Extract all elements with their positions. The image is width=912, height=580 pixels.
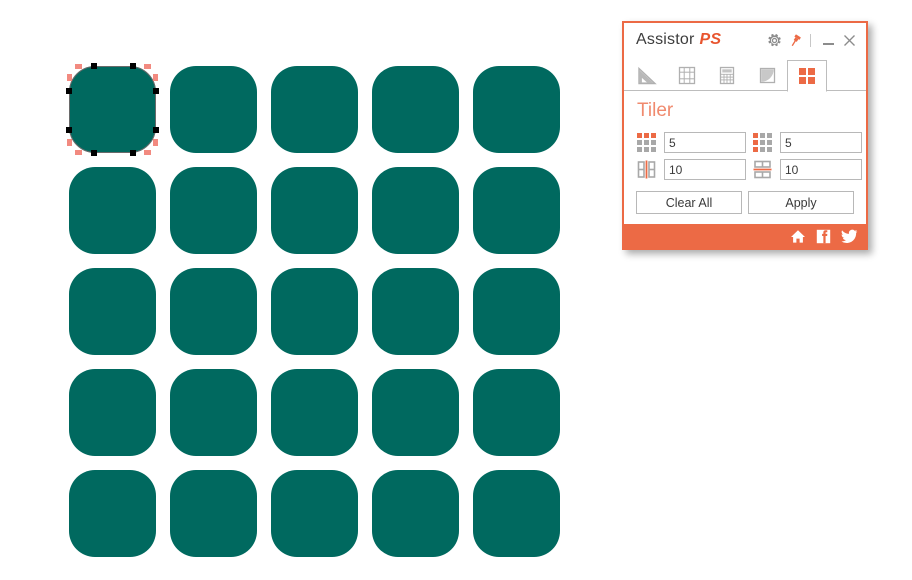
tab-tiler[interactable]	[787, 60, 827, 92]
vertical-gap-input[interactable]	[780, 159, 862, 180]
grid-columns-icon	[753, 133, 772, 152]
apply-button[interactable]: Apply	[748, 191, 854, 214]
shape-tile[interactable]	[170, 470, 257, 557]
facebook-icon	[816, 229, 831, 243]
close-icon	[843, 34, 855, 46]
gap-vertical-icon	[637, 160, 656, 179]
path-anchor-point[interactable]	[91, 150, 97, 156]
settings-button[interactable]	[765, 30, 783, 50]
facebook-link[interactable]	[815, 228, 832, 245]
tiler-squares-icon	[799, 68, 815, 84]
clear-all-button[interactable]: Clear All	[636, 191, 742, 214]
home-icon	[790, 229, 805, 243]
tab-ruler[interactable]	[627, 60, 667, 91]
shape-tile[interactable]	[473, 167, 560, 254]
shape-tile[interactable]	[271, 470, 358, 557]
minimize-button[interactable]	[819, 30, 837, 50]
shape-tile[interactable]	[372, 470, 459, 557]
panel-title-main: Assistor	[636, 31, 695, 48]
grid-rows-icon	[637, 133, 656, 152]
minimize-icon	[822, 42, 834, 45]
tab-guides[interactable]	[667, 60, 707, 91]
shape-tile[interactable]	[271, 268, 358, 355]
panel-button-row: Clear All Apply	[636, 191, 854, 214]
path-anchor-point[interactable]	[91, 63, 97, 69]
shape-tile[interactable]	[473, 66, 560, 153]
gap-horizontal-icon	[753, 160, 772, 179]
twitter-icon	[841, 229, 858, 243]
close-button[interactable]	[840, 30, 858, 50]
shape-tile[interactable]	[170, 369, 257, 456]
pin-icon	[791, 33, 801, 46]
shape-tile[interactable]	[372, 268, 459, 355]
panel-title: Assistor PS	[636, 31, 721, 49]
shape-tile[interactable]	[69, 167, 156, 254]
set-square-icon	[638, 66, 657, 84]
titlebar-divider	[810, 33, 811, 47]
shape-tile[interactable]	[69, 369, 156, 456]
shape-tile[interactable]	[372, 167, 459, 254]
shape-tile[interactable]	[271, 167, 358, 254]
tab-table[interactable]	[707, 60, 747, 91]
path-anchor-point[interactable]	[130, 150, 136, 156]
pin-button[interactable]	[786, 30, 804, 50]
path-direction-handle[interactable]	[153, 139, 158, 146]
path-anchor-point[interactable]	[66, 127, 72, 133]
panel-tabbar	[624, 57, 866, 92]
panel-content: Tiler 5 5 10 10 Clear All Apply	[624, 91, 866, 224]
shape-tile[interactable]	[69, 66, 156, 153]
horizontal-gap-input[interactable]	[664, 159, 746, 180]
path-direction-handle[interactable]	[75, 150, 82, 155]
home-link[interactable]	[789, 228, 806, 245]
section-heading: Tiler	[637, 100, 674, 121]
path-anchor-point[interactable]	[153, 88, 159, 94]
shape-tile[interactable]	[170, 268, 257, 355]
path-direction-handle[interactable]	[153, 74, 158, 81]
path-anchor-point[interactable]	[130, 63, 136, 69]
path-direction-handle[interactable]	[144, 64, 151, 69]
tiler-fields	[636, 132, 862, 180]
panel-footer	[624, 224, 866, 248]
panel-title-accent: PS	[699, 31, 722, 48]
path-anchor-point[interactable]	[153, 127, 159, 133]
path-anchor-point[interactable]	[66, 88, 72, 94]
panel-titlebar[interactable]: Assistor PS	[624, 23, 866, 57]
shape-tile[interactable]	[170, 66, 257, 153]
shape-tile[interactable]	[69, 470, 156, 557]
assistor-ps-panel: Assistor PS Tiler 5 5 10 10 Clear All Ap…	[622, 21, 868, 250]
shape-tile[interactable]	[372, 66, 459, 153]
path-direction-handle[interactable]	[67, 74, 72, 81]
table-grid-icon	[719, 66, 735, 85]
path-direction-handle[interactable]	[75, 64, 82, 69]
grid-frame-icon	[678, 66, 696, 85]
rows-input[interactable]	[664, 132, 746, 153]
shape-tile[interactable]	[473, 268, 560, 355]
path-direction-handle[interactable]	[144, 150, 151, 155]
shape-tile[interactable]	[271, 369, 358, 456]
tab-corner[interactable]	[747, 60, 787, 91]
twitter-link[interactable]	[841, 228, 858, 245]
columns-input[interactable]	[780, 132, 862, 153]
gear-icon	[767, 33, 781, 46]
shape-tile[interactable]	[473, 369, 560, 456]
shape-tile[interactable]	[170, 167, 257, 254]
shape-tile[interactable]	[473, 470, 560, 557]
shape-tile[interactable]	[69, 268, 156, 355]
path-direction-handle[interactable]	[67, 139, 72, 146]
shape-tile[interactable]	[271, 66, 358, 153]
corner-curve-icon	[759, 67, 776, 84]
shape-tile[interactable]	[372, 369, 459, 456]
